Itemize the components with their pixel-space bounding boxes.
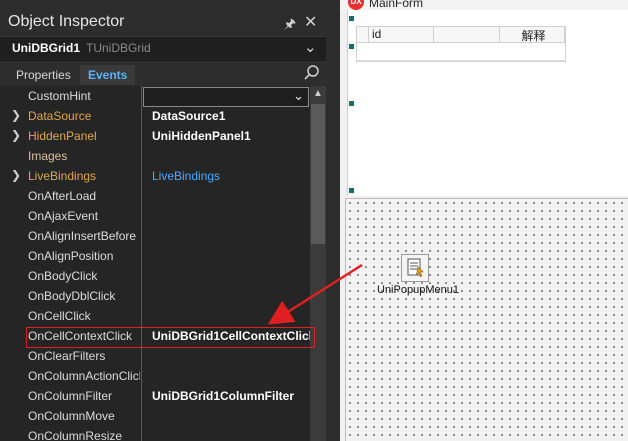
event-row-oncellclick[interactable]: OnCellClick bbox=[0, 306, 310, 326]
event-name: OnColumnResize bbox=[28, 429, 123, 441]
selection-handle[interactable] bbox=[349, 44, 354, 49]
expand-arrow-icon[interactable]: ❯ bbox=[11, 128, 21, 142]
event-name: CustomHint bbox=[28, 89, 91, 103]
form-designer: DX MainForm id 解释 bbox=[340, 0, 628, 441]
tab-properties[interactable]: Properties bbox=[8, 65, 79, 85]
event-row-oncolumnfilter[interactable]: OnColumnFilter UniDBGrid1ColumnFilter bbox=[0, 386, 310, 406]
expand-arrow-icon[interactable]: ❯ bbox=[11, 108, 21, 122]
event-value[interactable]: UniDBGrid1ColumnFilter bbox=[152, 389, 294, 403]
event-name: LiveBindings bbox=[28, 169, 97, 183]
chevron-down-icon[interactable]: ⌄ bbox=[304, 38, 317, 56]
menu-icon bbox=[407, 258, 424, 277]
event-row-onajaxevent[interactable]: OnAjaxEvent bbox=[0, 206, 310, 226]
inspector-title-bar: Object Inspector 🖈 ✕ bbox=[0, 10, 326, 36]
component-type: TUniDBGrid bbox=[86, 41, 151, 55]
event-value[interactable]: LiveBindings bbox=[152, 169, 220, 183]
devexpress-logo: DX bbox=[348, 0, 364, 10]
annotation-highlight-box bbox=[26, 327, 315, 348]
event-row-oncolumnmove[interactable]: OnColumnMove bbox=[0, 406, 310, 426]
popup-menu-component[interactable] bbox=[401, 254, 429, 282]
event-row-onalignposition[interactable]: OnAlignPosition bbox=[0, 246, 310, 266]
event-row-images[interactable]: Images bbox=[0, 146, 310, 166]
grid-indicator-header bbox=[357, 27, 369, 43]
event-row-onaligninsertbefore[interactable]: OnAlignInsertBefore bbox=[0, 226, 310, 246]
event-row-onafterload[interactable]: OnAfterLoad bbox=[0, 186, 310, 206]
event-row-datasource[interactable]: ❯ DataSource DataSource1 bbox=[0, 106, 310, 126]
value-dropdown[interactable]: ⌄ bbox=[143, 87, 309, 107]
selection-handle[interactable] bbox=[349, 188, 354, 193]
selection-handle[interactable] bbox=[349, 101, 354, 106]
grid-column-header-id[interactable]: id bbox=[369, 27, 434, 43]
table-row[interactable] bbox=[357, 43, 565, 61]
event-name: OnClearFilters bbox=[28, 349, 106, 363]
close-icon[interactable]: ✕ bbox=[304, 12, 317, 32]
form-title-bar: DX MainForm bbox=[340, 0, 628, 10]
event-row-hiddenpanel[interactable]: ❯ HiddenPanel UniHiddenPanel1 bbox=[0, 126, 310, 146]
event-name: OnBodyClick bbox=[28, 269, 98, 283]
event-name: OnColumnActionClick bbox=[28, 369, 140, 383]
pin-icon[interactable]: 🖈 bbox=[284, 15, 296, 37]
grid-column-header-explanation[interactable]: 解释 bbox=[500, 27, 565, 43]
event-name: DataSource bbox=[28, 109, 92, 123]
event-name: OnCellClick bbox=[28, 309, 91, 323]
scroll-up-icon[interactable]: ▲ bbox=[310, 86, 326, 102]
event-row-livebindings[interactable]: ❯ LiveBindings LiveBindings bbox=[0, 166, 310, 186]
event-value[interactable]: UniHiddenPanel1 bbox=[152, 129, 251, 143]
event-value[interactable]: DataSource1 bbox=[152, 109, 225, 123]
inspector-tabs: Properties Events bbox=[0, 61, 326, 86]
object-inspector-panel: Object Inspector 🖈 ✕ UniDBGrid1 TUniDBGr… bbox=[0, 0, 326, 441]
event-row-oncolumnactionclick[interactable]: OnColumnActionClick bbox=[0, 366, 310, 386]
component-selector[interactable]: UniDBGrid1 TUniDBGrid ⌄ bbox=[0, 36, 326, 62]
event-row-onclearfilters[interactable]: OnClearFilters bbox=[0, 346, 310, 366]
db-grid[interactable]: id 解释 bbox=[356, 26, 566, 62]
popup-menu-label: UniPopupMenu1 bbox=[377, 284, 459, 296]
tab-events[interactable]: Events bbox=[80, 65, 136, 85]
grid-column-header-blank[interactable] bbox=[434, 27, 500, 43]
event-name: OnColumnMove bbox=[28, 409, 115, 423]
expand-arrow-icon[interactable]: ❯ bbox=[11, 168, 21, 182]
design-surface-grid[interactable] bbox=[345, 198, 628, 441]
event-row-oncolumnresize[interactable]: OnColumnResize bbox=[0, 426, 310, 441]
component-name: UniDBGrid1 bbox=[12, 41, 81, 55]
panel-splitter[interactable] bbox=[326, 0, 340, 441]
event-name: OnAfterLoad bbox=[28, 189, 97, 203]
event-row-onbodyclick[interactable]: OnBodyClick bbox=[0, 266, 310, 286]
event-row-onbodydblclick[interactable]: OnBodyDblClick bbox=[0, 286, 310, 306]
form-client-area[interactable]: id 解释 bbox=[347, 10, 628, 196]
inspector-title: Object Inspector bbox=[8, 13, 125, 30]
form-caption: MainForm bbox=[369, 0, 424, 10]
event-name: Images bbox=[28, 149, 68, 163]
event-name: OnAjaxEvent bbox=[28, 209, 99, 223]
event-name: OnAlignInsertBefore bbox=[28, 229, 137, 243]
events-grid: CustomHint ❯ DataSource DataSource1 ❯ Hi… bbox=[0, 86, 315, 441]
selection-handle[interactable] bbox=[349, 16, 354, 21]
search-icon[interactable] bbox=[303, 64, 321, 82]
event-name: OnAlignPosition bbox=[28, 249, 114, 263]
event-name: HiddenPanel bbox=[28, 129, 97, 143]
column-divider[interactable] bbox=[141, 86, 142, 441]
scrollbar-thumb[interactable] bbox=[311, 104, 325, 244]
chevron-down-icon[interactable]: ⌄ bbox=[293, 88, 304, 104]
event-name: OnColumnFilter bbox=[28, 389, 113, 403]
event-name: OnBodyDblClick bbox=[28, 289, 116, 303]
